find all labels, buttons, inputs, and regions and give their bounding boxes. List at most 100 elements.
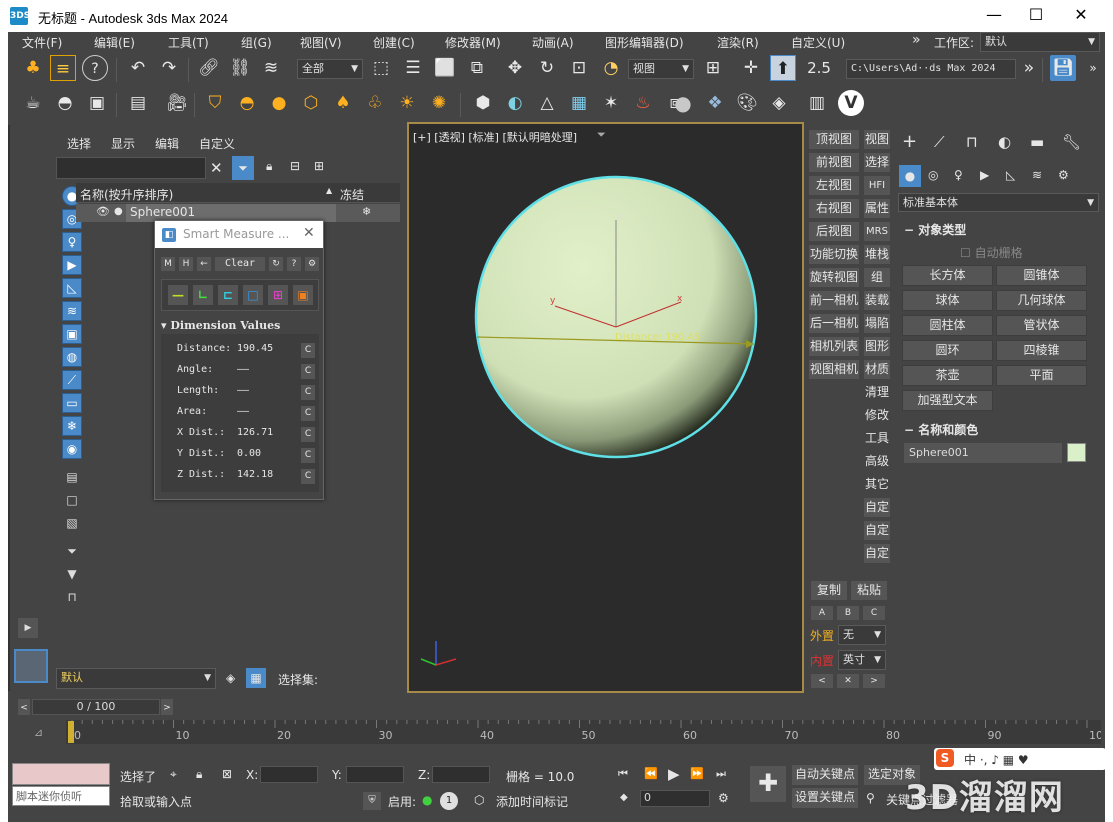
particles-icon[interactable]: ❖ bbox=[702, 90, 728, 116]
chevron-right-icon[interactable]: > bbox=[863, 674, 885, 688]
menu-create[interactable]: 创建(C) bbox=[373, 34, 415, 51]
key-mode-icon[interactable]: ⚲ bbox=[866, 791, 875, 805]
menu-modifiers[interactable]: 修改器(M) bbox=[445, 34, 501, 51]
object-color-swatch[interactable] bbox=[1067, 443, 1086, 462]
copy-angle-button[interactable]: C bbox=[301, 364, 315, 379]
keyboard-shortcut-override-icon[interactable]: ⬆ bbox=[770, 55, 796, 81]
info-icon[interactable]: 1 bbox=[440, 792, 458, 810]
tool-custom-2-button[interactable]: 自定 bbox=[864, 521, 890, 540]
chevron-right-icon[interactable]: » bbox=[1016, 55, 1042, 81]
outer-select[interactable]: 无 ▼ bbox=[838, 625, 886, 645]
display-groups-icon[interactable]: ▣ bbox=[62, 324, 82, 344]
mushroom-icon[interactable]: ♠ bbox=[330, 90, 356, 116]
tool-advanced-button[interactable]: 高级 bbox=[864, 452, 890, 471]
lock-icon[interactable]: 🔒︎ bbox=[266, 159, 272, 174]
project-path-field[interactable]: C:\Users\Ad··ds Max 2024 bbox=[846, 59, 1016, 79]
inner-select[interactable]: 英寸 ▼ bbox=[838, 650, 886, 670]
copy-area-button[interactable]: C bbox=[301, 406, 315, 421]
freeze-icon[interactable]: ❄ bbox=[362, 205, 371, 218]
z-coord-input[interactable] bbox=[432, 766, 490, 783]
previous-frame-icon[interactable]: ⏪ bbox=[644, 767, 658, 780]
palette-icon[interactable]: 🎨︎ bbox=[734, 90, 760, 116]
sphere-button[interactable]: 球体 bbox=[902, 290, 993, 311]
dimension-values-rollout[interactable]: ▾ Dimension Values bbox=[161, 319, 280, 332]
area-measure-icon[interactable]: □ bbox=[243, 285, 263, 305]
close-button[interactable]: ✕ bbox=[1061, 4, 1101, 26]
add-time-tag-label[interactable]: 添加时间标记 bbox=[496, 793, 568, 810]
tool-material-button[interactable]: 材质 bbox=[864, 360, 890, 379]
object-name-field[interactable]: Sphere001 bbox=[904, 443, 1062, 463]
chevron-left-icon[interactable]: < bbox=[18, 699, 30, 715]
invert-selection-icon[interactable]: ▧ bbox=[62, 513, 82, 533]
rectangle-selection-icon[interactable]: ⬜ bbox=[432, 55, 458, 81]
display-xrefs-icon[interactable]: ◍ bbox=[62, 347, 82, 367]
save-icon[interactable]: 💾︎ bbox=[1050, 55, 1076, 81]
help-icon[interactable]: ? bbox=[82, 55, 108, 81]
top-view-button[interactable]: 顶视图 bbox=[809, 130, 859, 149]
column-freeze-header[interactable]: 冻结 bbox=[340, 186, 364, 203]
copy-distance-button[interactable]: C bbox=[301, 343, 315, 358]
path-measure-icon[interactable]: ⊏ bbox=[218, 285, 238, 305]
layer-explorer-icon[interactable]: ▦ bbox=[246, 668, 266, 688]
multi-point-measure-icon[interactable]: ⊞ bbox=[268, 285, 288, 305]
view-camera-button[interactable]: 视图相机 bbox=[809, 360, 859, 379]
teapot-icon[interactable]: ☕︎ bbox=[20, 90, 46, 116]
sphere-light-icon[interactable]: ● bbox=[266, 90, 292, 116]
previous-camera-button[interactable]: 前一相机 bbox=[809, 291, 859, 310]
helpers-icon[interactable]: ◺ bbox=[1006, 168, 1015, 182]
geosphere-icon[interactable]: ⬡ bbox=[298, 90, 324, 116]
window-crossing-icon[interactable]: ⧉ bbox=[464, 55, 490, 81]
v-logo-icon[interactable]: V bbox=[838, 90, 864, 116]
pivot-center-icon[interactable]: ⊞ bbox=[700, 55, 726, 81]
tool-stack-button[interactable]: 堆栈 bbox=[864, 245, 890, 264]
tool-hfi-button[interactable]: HFI bbox=[864, 176, 890, 195]
layer-manager-icon[interactable]: ⊓ bbox=[62, 587, 82, 607]
select-all-icon[interactable]: ▤ bbox=[62, 467, 82, 487]
create-tab-icon[interactable]: + bbox=[902, 131, 917, 152]
tab-customize[interactable]: 自定义 bbox=[199, 135, 235, 152]
time-marker[interactable] bbox=[68, 721, 74, 743]
display-bones-icon[interactable]: ⟋ bbox=[62, 370, 82, 390]
maxscript-listener-input[interactable] bbox=[12, 763, 110, 785]
cameras-icon[interactable]: ▶ bbox=[980, 168, 989, 182]
slot-b-button[interactable]: B bbox=[837, 606, 859, 620]
maxscript-mini-listener[interactable]: 脚本迷你侦听 bbox=[12, 786, 110, 806]
layer-stack-icon[interactable]: ◈ bbox=[226, 671, 235, 685]
undo-icon[interactable]: ↶ bbox=[125, 55, 151, 81]
geometry-icon[interactable]: ● bbox=[899, 165, 921, 187]
torus-knot-icon[interactable]: ◓ bbox=[52, 90, 78, 116]
plane-button[interactable]: 平面 bbox=[996, 365, 1087, 386]
close-icon[interactable]: ✕ bbox=[303, 225, 315, 241]
pyramid-button[interactable]: 四棱锥 bbox=[996, 340, 1087, 361]
display-hidden-icon[interactable]: ◉ bbox=[62, 439, 82, 459]
maximize-button[interactable]: ☐ bbox=[1016, 4, 1056, 26]
tool-load-button[interactable]: 装载 bbox=[864, 291, 890, 310]
render-dot-icon[interactable]: ● bbox=[114, 206, 123, 217]
search-input[interactable] bbox=[56, 157, 206, 179]
sun-icon[interactable]: ☀ bbox=[394, 90, 420, 116]
viewport-thumbnail[interactable] bbox=[14, 649, 48, 683]
rotate-view-button[interactable]: 旋转视图 bbox=[809, 268, 859, 287]
selection-lock-icon[interactable]: 🔒︎ bbox=[196, 767, 202, 782]
tool-cleanup-button[interactable]: 清理 bbox=[864, 383, 890, 402]
workspace-select[interactable]: 默认 ▼ bbox=[980, 32, 1100, 52]
copy-z-dist-button[interactable]: C bbox=[301, 469, 315, 484]
tool-modify-button[interactable]: 修改 bbox=[864, 406, 890, 425]
slot-c-button[interactable]: C bbox=[863, 606, 885, 620]
grid-objects-icon[interactable]: ▦ bbox=[566, 90, 592, 116]
select-none-icon[interactable]: □ bbox=[62, 490, 82, 510]
display-spacewarps-icon[interactable]: ≋ bbox=[62, 301, 82, 321]
visibility-eye-icon[interactable]: 👁︎ bbox=[96, 205, 110, 218]
scale-icon[interactable]: ⊡ bbox=[566, 55, 592, 81]
snap-toggle-icon[interactable]: 2.5 bbox=[806, 55, 832, 81]
shield-icon[interactable]: ⛨ bbox=[363, 792, 381, 810]
menu-group[interactable]: 组(G) bbox=[241, 34, 272, 51]
tool-other-button[interactable]: 其它 bbox=[864, 475, 890, 494]
paste-button[interactable]: 粘贴 bbox=[851, 581, 887, 600]
tab-edit[interactable]: 编辑 bbox=[155, 135, 179, 152]
display-tab-icon[interactable]: ▬ bbox=[1030, 133, 1044, 151]
chevron-right-icon[interactable]: » bbox=[1080, 55, 1106, 81]
tool-custom-1-button[interactable]: 自定 bbox=[864, 498, 890, 517]
tool-properties-button[interactable]: 属性 bbox=[864, 199, 890, 218]
front-view-button[interactable]: 前视图 bbox=[809, 153, 859, 172]
